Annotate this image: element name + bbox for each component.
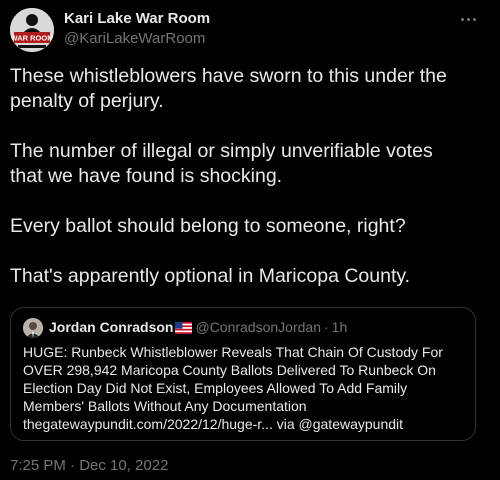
dot-separator: · xyxy=(323,319,329,335)
quoted-author-handle: @ConradsonJordan xyxy=(195,319,321,335)
tweet-line: penalty of perjury. xyxy=(10,90,164,112)
quoted-line: Election Day Did Not Exist, Employees Al… xyxy=(23,380,408,396)
quoted-author-name: Jordan Conradson xyxy=(49,319,174,335)
quoted-text: HUGE: Runbeck Whistleblower Reveals That… xyxy=(23,343,468,433)
tweet-timestamp[interactable]: 7:25 PM · Dec 10, 2022 xyxy=(10,457,168,474)
tweet-line: That's apparently optional in Maricopa C… xyxy=(10,265,411,287)
author-avatar[interactable]: WAR ROOM xyxy=(10,8,54,52)
quoted-tweet[interactable]: Jordan Conradson @ConradsonJordan · 1h H… xyxy=(10,307,476,441)
war-room-logo: WAR ROOM xyxy=(10,8,54,52)
us-flag-icon xyxy=(175,321,193,334)
tweet-card: WAR ROOM Kari Lake War Room @KariLakeWar… xyxy=(0,0,500,480)
quoted-author-avatar xyxy=(23,318,43,338)
tweet-paragraph: That's apparently optional in Maricopa C… xyxy=(10,264,490,289)
tweet-line: These whistleblowers have sworn to this … xyxy=(10,65,447,87)
quoted-header: Jordan Conradson @ConradsonJordan · 1h xyxy=(49,319,347,335)
author-name[interactable]: Kari Lake War Room xyxy=(64,10,210,27)
quoted-line: Members' Ballots Without Any Documentati… xyxy=(23,398,307,414)
quoted-line: OVER 298,942 Maricopa County Ballots Del… xyxy=(23,362,436,378)
tweet-line: Every ballot should belong to someone, r… xyxy=(10,215,406,237)
more-horizontal-icon[interactable] xyxy=(456,10,480,28)
quoted-time: 1h xyxy=(331,319,348,335)
quoted-link-line[interactable]: thegatewaypundit.com/2022/12/huge-r... v… xyxy=(23,415,468,433)
tweet-line: that we have found is shocking. xyxy=(10,165,283,187)
tweet-paragraph: Every ballot should belong to someone, r… xyxy=(10,214,490,239)
avatar-logo-text: WAR ROOM xyxy=(11,34,54,43)
quoted-line: HUGE: Runbeck Whistleblower Reveals That… xyxy=(23,344,443,360)
author-handle[interactable]: @KariLakeWarRoom xyxy=(64,30,205,47)
tweet-line: The number of illegal or simply unverifi… xyxy=(10,140,433,162)
tweet-paragraph: The number of illegal or simply unverifi… xyxy=(10,139,490,189)
tweet-text: These whistleblowers have sworn to this … xyxy=(10,64,490,314)
tweet-paragraph: These whistleblowers have sworn to this … xyxy=(10,64,490,114)
person-avatar-icon xyxy=(23,318,43,338)
